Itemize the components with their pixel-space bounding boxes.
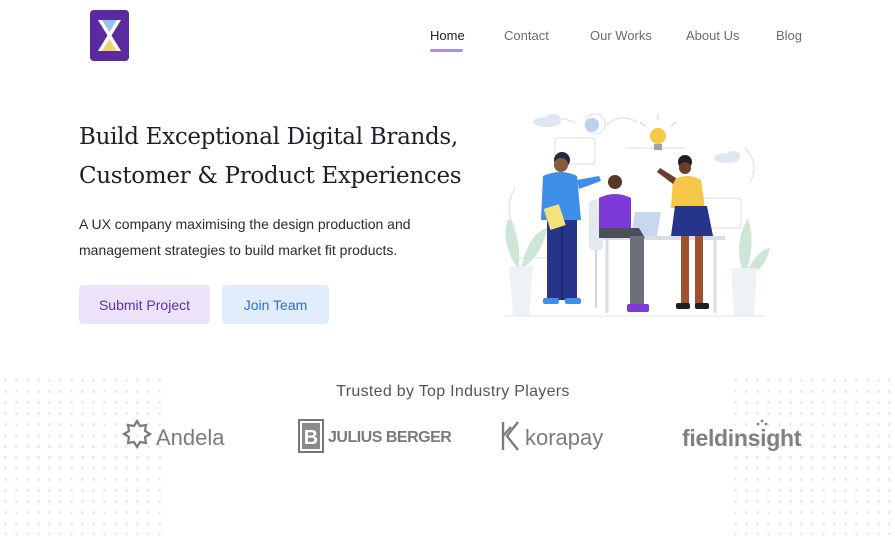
hero-title: Build Exceptional Digital Brands, Custom… [79, 118, 462, 196]
brand-andela: Andela [121, 418, 225, 458]
brand-julius-berger-name: JULIUS BERGER [328, 429, 452, 446]
hero-description-line-2: management strategies to build market fi… [79, 242, 398, 258]
brand-andela-name: Andela [156, 425, 225, 450]
andela-star-icon [121, 418, 153, 458]
nav-item-about-us[interactable]: About Us [686, 28, 739, 43]
hero-description-line-1: A UX company maximising the design produ… [79, 216, 411, 232]
brand-fieldinsight: fieldinsight [682, 418, 801, 458]
svg-text:B: B [304, 427, 318, 449]
hero-title-line-1: Build Exceptional Digital Brands, [79, 124, 458, 150]
nav-item-our-works[interactable]: Our Works [590, 28, 652, 43]
julius-berger-b-icon: B [298, 418, 324, 458]
hero-title-line-2: Customer & Product Experiences [79, 163, 462, 189]
korapay-k-icon [500, 419, 522, 458]
brand-julius-berger: B JULIUS BERGER [298, 418, 452, 458]
main-nav: Home Contact Our Works About Us Blog [0, 28, 895, 58]
brand-korapay: korapay [500, 418, 603, 458]
brand-korapay-name: korapay [525, 425, 604, 450]
submit-project-button[interactable]: Submit Project [79, 285, 210, 324]
nav-item-home[interactable]: Home [430, 28, 465, 43]
hero-description: A UX company maximising the design produ… [79, 211, 439, 263]
brand-fieldinsight-name: fieldinsight [682, 424, 802, 451]
hero-illustration [495, 108, 775, 323]
nav-item-contact[interactable]: Contact [504, 28, 549, 43]
nav-item-blog[interactable]: Blog [776, 28, 802, 43]
fieldinsight-dots-icon [756, 416, 768, 434]
trusted-section-title: Trusted by Top Industry Players [336, 383, 570, 400]
join-team-button[interactable]: Join Team [222, 285, 329, 324]
nav-active-indicator [430, 49, 463, 52]
